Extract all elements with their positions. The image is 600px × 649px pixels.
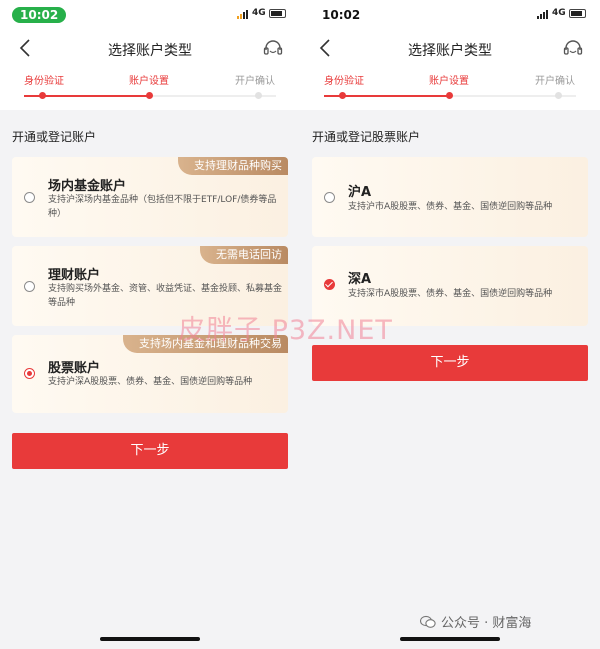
progress-steps: 身份验证 账户设置 开户确认 bbox=[300, 72, 600, 87]
home-indicator bbox=[400, 637, 500, 641]
footer-watermark: 公众号 · 财富海 bbox=[420, 612, 531, 631]
card-title: 场内基金账户 bbox=[48, 179, 127, 194]
card-badge: 支持理财品种购买 bbox=[178, 157, 288, 175]
radio-unchecked-icon[interactable] bbox=[24, 192, 35, 203]
battery-icon bbox=[269, 9, 286, 18]
progress-steps: 身份验证 账户设置 开户确认 bbox=[0, 72, 300, 87]
step-account-settings: 账户设置 bbox=[429, 76, 469, 87]
headset-icon[interactable] bbox=[262, 38, 284, 58]
status-time: 10:02 bbox=[12, 7, 67, 23]
signal-icon bbox=[237, 10, 248, 19]
step-dot-2 bbox=[446, 92, 453, 99]
market-card-sh-a[interactable]: 沪A 支持沪市A股股票、债券、基金、国债逆回购等品种 bbox=[312, 157, 588, 237]
status-time: 10:02 bbox=[322, 8, 361, 22]
battery-icon bbox=[569, 9, 586, 18]
card-description: 支持沪市A股股票、债券、基金、国债逆回购等品种 bbox=[348, 202, 553, 212]
section-label: 开通或登记股票账户 bbox=[312, 130, 421, 144]
step-dot-1 bbox=[339, 92, 346, 99]
radio-unchecked-icon[interactable] bbox=[324, 192, 335, 203]
radio-unchecked-icon[interactable] bbox=[24, 281, 35, 292]
network-type: 4G bbox=[252, 8, 266, 18]
checkmark-icon[interactable] bbox=[324, 279, 335, 290]
signal-icon bbox=[537, 10, 548, 19]
wechat-icon bbox=[420, 615, 436, 628]
step-confirm: 开户确认 bbox=[535, 76, 575, 87]
headset-icon[interactable] bbox=[562, 38, 584, 58]
card-title: 深A bbox=[348, 272, 372, 287]
step-dot-3 bbox=[255, 92, 262, 99]
step-dot-2 bbox=[146, 92, 153, 99]
step-confirm: 开户确认 bbox=[235, 76, 275, 87]
step-dot-3 bbox=[555, 92, 562, 99]
card-title: 沪A bbox=[348, 185, 372, 200]
card-badge: 无需电话回访 bbox=[200, 246, 288, 264]
step-account-settings: 账户设置 bbox=[129, 76, 169, 87]
step-identity: 身份验证 bbox=[24, 76, 64, 87]
card-description: 支持购买场外基金、资管、收益凭证、基金投顾、私募基金等品种 bbox=[48, 284, 283, 308]
card-description: 支持深市A股股票、债券、基金、国债逆回购等品种 bbox=[348, 289, 553, 299]
next-step-button[interactable]: 下一步 bbox=[312, 345, 588, 381]
page-title: 选择账户类型 bbox=[108, 43, 192, 59]
radio-checked-icon[interactable] bbox=[24, 368, 35, 379]
card-description: 支持沪深场内基金品种（包括但不限于ETF/LOF/债券等品种） bbox=[48, 195, 277, 219]
account-card-fund[interactable]: 支持理财品种购买 场内基金账户 支持沪深场内基金品种（包括但不限于ETF/LOF… bbox=[12, 157, 288, 237]
watermark-text: 皮胖子 P3Z.NET bbox=[178, 315, 393, 346]
card-description: 支持沪深A股股票、债券、基金、国债逆回购等品种 bbox=[48, 377, 253, 387]
card-title: 理财账户 bbox=[48, 268, 101, 283]
network-type: 4G bbox=[552, 8, 566, 18]
footer-watermark-text: 公众号 · 财富海 bbox=[441, 616, 532, 631]
step-dot-1 bbox=[39, 92, 46, 99]
card-title: 股票账户 bbox=[48, 361, 101, 376]
next-step-button[interactable]: 下一步 bbox=[12, 433, 288, 469]
section-label: 开通或登记账户 bbox=[12, 130, 97, 144]
step-identity: 身份验证 bbox=[324, 76, 364, 87]
page-title: 选择账户类型 bbox=[408, 43, 492, 59]
home-indicator bbox=[100, 637, 200, 641]
